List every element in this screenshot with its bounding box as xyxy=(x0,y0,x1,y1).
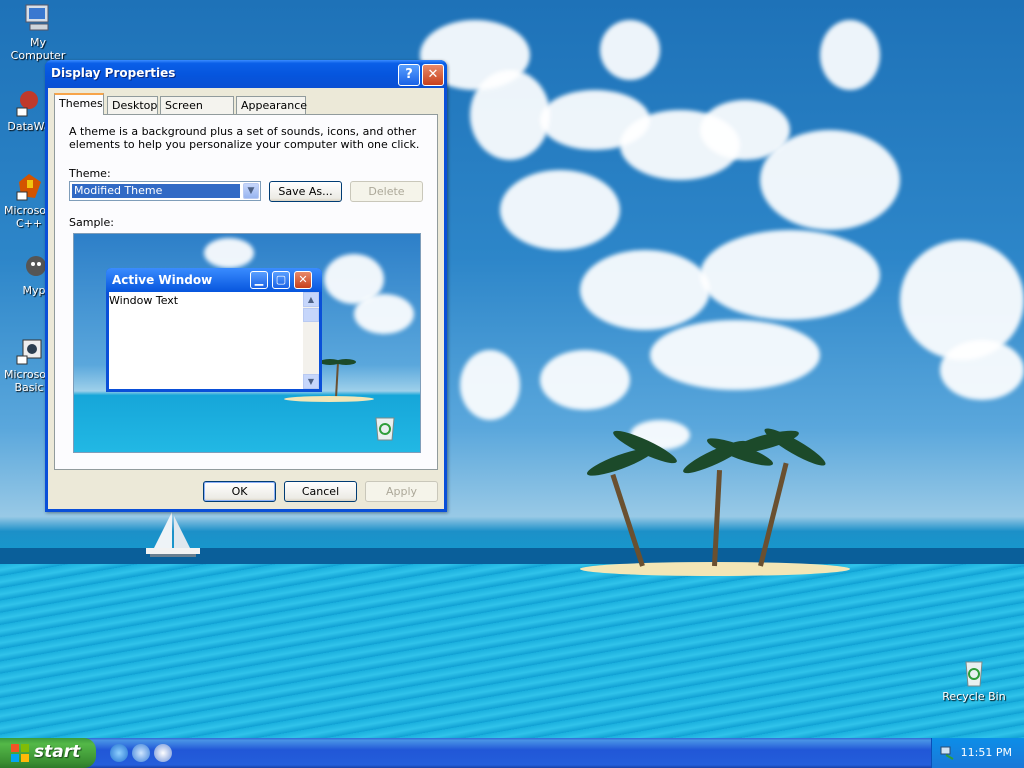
internet-explorer-icon[interactable] xyxy=(110,744,128,762)
cloud xyxy=(500,170,620,250)
window-titlebar[interactable]: Display Properties ? ✕ xyxy=(45,60,447,88)
app-icon xyxy=(13,334,45,366)
desktop-icon-label: Recycle Bin xyxy=(942,690,1006,703)
island xyxy=(284,396,374,402)
recycle-bin-icon xyxy=(958,656,990,688)
themes-tab-panel: A theme is a background plus a set of so… xyxy=(54,114,438,470)
apply-button[interactable]: Apply xyxy=(365,481,438,502)
display-properties-window: Display Properties ? ✕ Themes Desktop Sc… xyxy=(45,60,447,512)
maximize-icon: ▢ xyxy=(272,271,290,289)
sample-window-title: Active Window xyxy=(112,273,213,287)
scroll-up-icon: ▲ xyxy=(303,292,319,307)
cloud xyxy=(204,238,254,268)
app-icon xyxy=(13,86,45,118)
sample-window-text: Window Text xyxy=(109,294,179,307)
desktop-icon-label: My Computer xyxy=(10,36,66,62)
cloud xyxy=(580,250,710,330)
cloud xyxy=(600,20,660,80)
sample-window-body: Window Text ▲ ▼ xyxy=(109,292,319,389)
tab-screen-saver[interactable]: Screen Saver xyxy=(160,96,234,130)
sample-window-titlebar: Active Window ▁ ▢ ✕ xyxy=(106,268,322,292)
sample-label: Sample: xyxy=(69,216,114,229)
outlook-express-icon[interactable] xyxy=(132,744,150,762)
cloud xyxy=(820,20,880,90)
delete-button[interactable]: Delete xyxy=(350,181,423,202)
network-icon[interactable] xyxy=(940,745,956,761)
theme-dropdown[interactable]: Modified Theme ▼ xyxy=(69,181,261,201)
start-label: start xyxy=(34,742,81,762)
theme-sample-preview: Active Window ▁ ▢ ✕ Window Text ▲ ▼ xyxy=(73,233,421,453)
tab-desktop[interactable]: Desktop xyxy=(107,96,158,114)
sample-scrollbar: ▲ ▼ xyxy=(303,292,319,389)
app-icon xyxy=(13,170,45,202)
tab-appearance[interactable]: Appearance xyxy=(236,96,308,114)
sea xyxy=(0,564,1024,738)
palm-tree xyxy=(320,359,356,399)
cloud xyxy=(760,130,900,230)
recycle-bin-icon xyxy=(375,417,395,441)
cloud xyxy=(540,350,630,410)
media-player-icon[interactable] xyxy=(154,744,172,762)
cloud xyxy=(470,70,550,160)
cloud xyxy=(460,350,520,420)
desktop-icon-recycle-bin[interactable]: Recycle Bin xyxy=(939,656,1009,703)
scroll-thumb xyxy=(303,308,319,322)
cloud xyxy=(940,340,1024,400)
minimize-icon: ▁ xyxy=(250,271,268,289)
cloud xyxy=(900,240,1024,360)
cloud xyxy=(700,230,880,320)
tab-label: Appearance xyxy=(241,99,308,112)
window-title: Display Properties xyxy=(51,66,176,80)
sample-active-window: Active Window ▁ ▢ ✕ Window Text ▲ ▼ xyxy=(106,268,322,392)
windows-logo-icon xyxy=(11,744,29,762)
themes-description: A theme is a background plus a set of so… xyxy=(69,125,420,151)
close-button[interactable]: ✕ xyxy=(422,64,444,86)
help-button[interactable]: ? xyxy=(398,64,420,86)
tab-themes[interactable]: Themes xyxy=(54,93,104,115)
tab-label: Themes xyxy=(59,97,103,110)
tab-label: Desktop xyxy=(112,99,158,112)
scroll-down-icon: ▼ xyxy=(303,374,319,389)
close-icon: ✕ xyxy=(294,271,312,289)
save-as-button[interactable]: Save As... xyxy=(269,181,342,202)
taskbar: start 11:51 PM xyxy=(0,738,1024,768)
ok-button[interactable]: OK xyxy=(203,481,276,502)
window-body: Themes Desktop Screen Saver Appearance A… xyxy=(48,88,444,509)
theme-dropdown-value: Modified Theme xyxy=(72,184,240,198)
theme-label: Theme: xyxy=(69,167,111,180)
chevron-down-icon[interactable]: ▼ xyxy=(243,183,259,199)
start-button[interactable]: start xyxy=(0,738,96,768)
sailboat xyxy=(146,512,200,557)
computer-icon xyxy=(22,2,54,34)
cancel-button[interactable]: Cancel xyxy=(284,481,357,502)
clock[interactable]: 11:51 PM xyxy=(961,746,1012,759)
cloud xyxy=(650,320,820,390)
cloud xyxy=(354,294,414,334)
desktop-icon-my-computer[interactable]: My Computer xyxy=(3,2,73,62)
system-tray: 11:51 PM xyxy=(931,738,1024,768)
